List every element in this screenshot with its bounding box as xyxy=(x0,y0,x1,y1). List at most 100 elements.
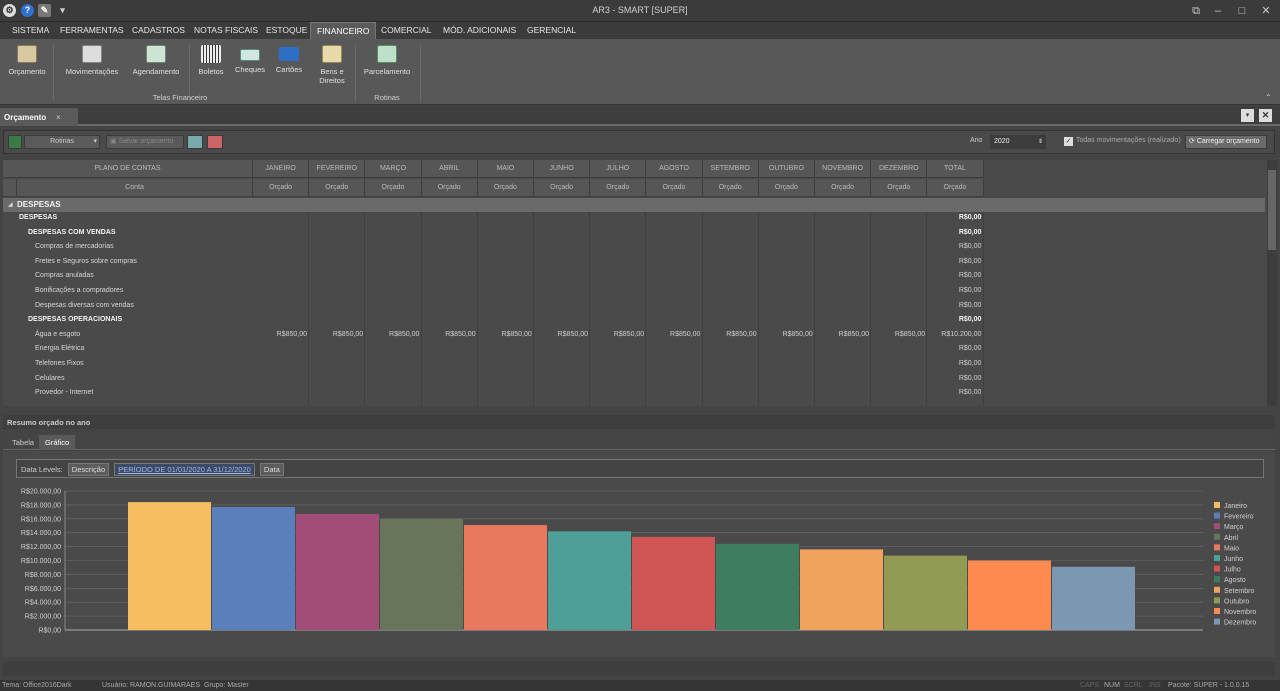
menu-financeiro[interactable]: FINANCEIRO xyxy=(310,22,377,39)
bar-outubro[interactable] xyxy=(884,555,967,630)
collapse-ribbon-icon[interactable]: ⌃ xyxy=(1265,93,1272,102)
spinner-arrows-icon[interactable]: ⇕ xyxy=(1038,136,1043,148)
agendamento-button[interactable]: Agendamento xyxy=(128,43,184,76)
descricao-chip[interactable]: Descrição xyxy=(67,463,110,476)
header-month[interactable]: JUNHO xyxy=(534,160,591,178)
month-cell[interactable]: R$850,00 xyxy=(590,331,644,338)
header-month[interactable]: ABRIL xyxy=(421,160,478,178)
header-month[interactable]: JANEIRO xyxy=(253,160,310,178)
bar-dezembro[interactable] xyxy=(1052,566,1135,630)
grid-vertical-scrollbar[interactable] xyxy=(1267,160,1277,406)
header-month[interactable]: FEVEREIRO xyxy=(309,160,366,178)
table-row[interactable]: Água e esgoto R$850,00 R$850,00 R$850,00 R$8… xyxy=(3,329,1265,344)
tab-list-dropdown-icon[interactable]: ▾ xyxy=(1241,109,1254,122)
ano-spinner[interactable]: 2020 ⇕ xyxy=(990,135,1046,149)
header-month[interactable]: JULHO xyxy=(590,160,647,178)
table-row[interactable]: Compras anuladas R$0,00 xyxy=(3,270,1265,285)
carregar-orcamento-button[interactable]: ⟳ Carregar orçamento xyxy=(1185,135,1267,149)
table-row[interactable]: Bonificações a compradores R$0,00 xyxy=(3,285,1265,300)
collapse-arrow-icon[interactable]: ◢ xyxy=(8,201,13,208)
header-month[interactable]: MARÇO xyxy=(365,160,422,178)
header-orcado: Orçado xyxy=(927,179,984,197)
bar-junho[interactable] xyxy=(548,531,631,630)
bar-abril[interactable] xyxy=(380,518,463,630)
data-chip[interactable]: Data xyxy=(259,463,284,476)
cartoes-button[interactable]: Cartões xyxy=(272,43,306,74)
month-cell[interactable]: R$850,00 xyxy=(309,331,363,338)
calculator-icon[interactable] xyxy=(187,135,203,149)
table-row[interactable]: DESPESAS OPERACIONAIS R$0,00 xyxy=(3,314,1265,329)
menu-gerencial[interactable]: GERENCIAL xyxy=(525,22,578,39)
menu-comercial[interactable]: COMERCIAL xyxy=(379,22,434,39)
header-month[interactable]: DEZEMBRO xyxy=(871,160,928,178)
header-conta[interactable]: Conta xyxy=(17,179,253,197)
month-cell[interactable]: R$850,00 xyxy=(871,331,925,338)
boletos-button[interactable]: Boletos xyxy=(194,43,228,76)
menu-cadastros[interactable]: CADASTROS xyxy=(130,22,187,39)
bar-julho[interactable] xyxy=(632,536,715,630)
month-cell[interactable]: R$850,00 xyxy=(478,331,531,338)
table-row[interactable]: Despesas diversas com vendas R$0,00 xyxy=(3,300,1265,315)
month-cell[interactable]: R$850,00 xyxy=(646,331,700,338)
excel-export-icon[interactable] xyxy=(8,135,22,149)
tab-tabela[interactable]: Tabela xyxy=(6,435,40,450)
save-icon: ▣ xyxy=(110,138,117,145)
bens-direitos-button[interactable]: Bens e Direitos xyxy=(313,43,351,85)
cheques-button[interactable]: Cheques xyxy=(231,43,269,74)
header-month[interactable]: MAIO xyxy=(477,160,534,178)
menu-notas-fiscais[interactable]: NOTAS FISCAIS xyxy=(192,22,260,39)
month-cell[interactable]: R$850,00 xyxy=(815,331,869,338)
header-month[interactable]: NOVEMBRO xyxy=(815,160,872,178)
maximize-button[interactable]: □ xyxy=(1231,3,1253,19)
table-row[interactable]: Telefones Fixos R$0,00 xyxy=(3,358,1265,373)
bar-setembro[interactable] xyxy=(800,549,883,630)
bar-agosto[interactable] xyxy=(716,543,799,630)
tab-grafico[interactable]: Gráfico xyxy=(39,435,76,450)
month-cell[interactable]: R$850,00 xyxy=(253,331,307,338)
salvar-orcamento-button[interactable]: ▣ Salvar orçamento xyxy=(106,135,184,149)
status-scrl: SCRL xyxy=(1124,682,1143,689)
header-month[interactable]: AGOSTO xyxy=(646,160,703,178)
group-row-despesas[interactable]: ◢ DESPESAS xyxy=(3,198,1265,212)
table-row[interactable]: Provedor - Internet R$0,00 xyxy=(3,387,1265,402)
menu-ferramentas[interactable]: FERRAMENTAS xyxy=(58,22,126,39)
bar-março[interactable] xyxy=(296,513,379,630)
bar-janeiro[interactable] xyxy=(128,502,211,630)
month-cell[interactable]: R$850,00 xyxy=(534,331,588,338)
menu-estoque[interactable]: ESTOQUE xyxy=(264,22,309,39)
table-row[interactable]: DESPESAS COM VENDAS R$0,00 xyxy=(3,227,1265,242)
table-row[interactable]: Energia Elétrica R$0,00 xyxy=(3,343,1265,358)
menu-mod-adicionais[interactable]: MÓD. ADICIONAIS xyxy=(441,22,518,39)
orcamento-button[interactable]: Orçamento xyxy=(4,43,50,76)
menu-sistema[interactable]: SISTEMA xyxy=(10,22,51,39)
close-tab-icon[interactable]: × xyxy=(56,113,61,122)
bar-maio[interactable] xyxy=(464,525,547,630)
header-month[interactable]: OUTUBRO xyxy=(758,160,815,178)
row-label: DESPESAS COM VENDAS xyxy=(28,228,116,236)
movimentacoes-button[interactable]: Movimentações xyxy=(60,43,124,76)
header-month[interactable]: SETEMBRO xyxy=(702,160,759,178)
month-cell[interactable]: R$850,00 xyxy=(422,331,475,338)
table-row[interactable]: Celulares R$0,00 xyxy=(3,373,1265,388)
month-cell[interactable]: R$850,00 xyxy=(759,331,812,338)
periodo-link[interactable]: PERÍODO DE 01/01/2020 A 31/12/2020 xyxy=(114,463,255,476)
minimize-button[interactable]: – xyxy=(1207,3,1229,19)
table-row[interactable]: Compras de mercadorias R$0,00 xyxy=(3,241,1265,256)
bar-fevereiro[interactable] xyxy=(212,506,295,630)
month-cell[interactable]: R$850,00 xyxy=(365,331,419,338)
bar-novembro[interactable] xyxy=(968,560,1051,631)
parcelamento-button[interactable]: Parcelamento xyxy=(360,43,414,76)
rotinas-dropdown[interactable]: Rotinas ▾ xyxy=(24,135,100,149)
table-row[interactable]: DESPESAS R$0,00 xyxy=(3,212,1265,227)
restore-layout-icon[interactable]: ⧉ xyxy=(1185,3,1207,19)
close-button[interactable]: ✕ xyxy=(1255,3,1277,19)
todas-movimentacoes-checkbox[interactable]: ✓ xyxy=(1064,137,1073,146)
month-cell[interactable]: R$850,00 xyxy=(703,331,756,338)
scroll-thumb[interactable] xyxy=(1268,170,1276,250)
y-tick-label: R$14.000,00 xyxy=(21,530,61,537)
tab-orcamento[interactable]: Orçamento × xyxy=(0,108,78,126)
close-document-icon[interactable]: ✕ xyxy=(1259,109,1272,122)
table-row[interactable]: Fretes e Seguros sobre compras R$0,00 xyxy=(3,256,1265,271)
pdf-icon[interactable] xyxy=(207,135,223,149)
header-month[interactable]: TOTAL xyxy=(927,160,984,178)
